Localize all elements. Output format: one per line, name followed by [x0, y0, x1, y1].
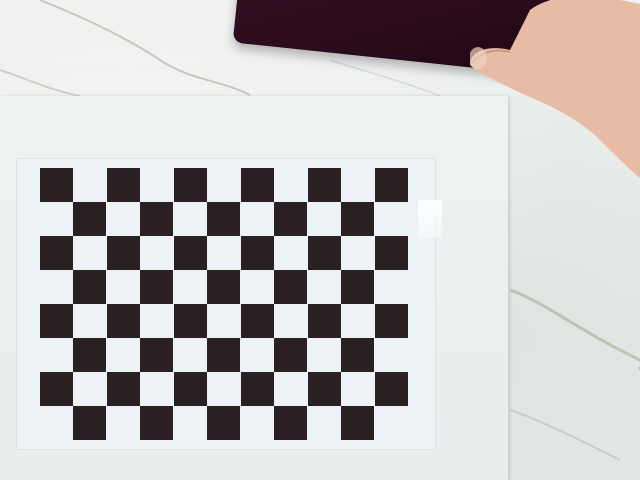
checker-square	[73, 406, 106, 440]
checker-square	[107, 372, 140, 406]
checker-square	[241, 372, 274, 406]
checker-square	[174, 168, 207, 202]
checker-square	[341, 406, 374, 440]
checker-square	[241, 236, 274, 270]
hand	[470, 0, 640, 179]
checker-square	[140, 270, 173, 304]
checker-square	[308, 372, 341, 406]
checker-square	[140, 202, 173, 236]
checker-square	[40, 236, 73, 270]
checker-square	[308, 236, 341, 270]
checker-square	[40, 372, 73, 406]
checker-square	[73, 270, 106, 304]
checker-square	[375, 304, 408, 338]
checker-square	[174, 372, 207, 406]
checker-square	[341, 270, 374, 304]
checker-square	[174, 236, 207, 270]
checker-square	[73, 338, 106, 372]
checker-square	[207, 338, 240, 372]
checker-square	[241, 168, 274, 202]
checker-square	[341, 202, 374, 236]
checker-square	[375, 236, 408, 270]
checker-square	[40, 304, 73, 338]
checker-square	[140, 338, 173, 372]
checker-square	[274, 338, 307, 372]
checker-square	[274, 202, 307, 236]
checker-square	[73, 202, 106, 236]
checker-square	[241, 304, 274, 338]
checker-square	[107, 304, 140, 338]
checker-square	[375, 372, 408, 406]
checker-square	[207, 202, 240, 236]
checker-square	[274, 406, 307, 440]
photo-scene	[0, 0, 640, 480]
checker-square	[375, 168, 408, 202]
checker-square	[207, 270, 240, 304]
checker-square	[140, 406, 173, 440]
checker-square	[207, 406, 240, 440]
checker-square	[308, 168, 341, 202]
checkerboard-grid	[40, 168, 408, 440]
glare-highlight	[418, 200, 442, 238]
checker-square	[107, 236, 140, 270]
checker-square	[107, 168, 140, 202]
checker-square	[341, 338, 374, 372]
checker-square	[274, 270, 307, 304]
checker-square	[40, 168, 73, 202]
checker-square	[308, 304, 341, 338]
checker-square	[174, 304, 207, 338]
